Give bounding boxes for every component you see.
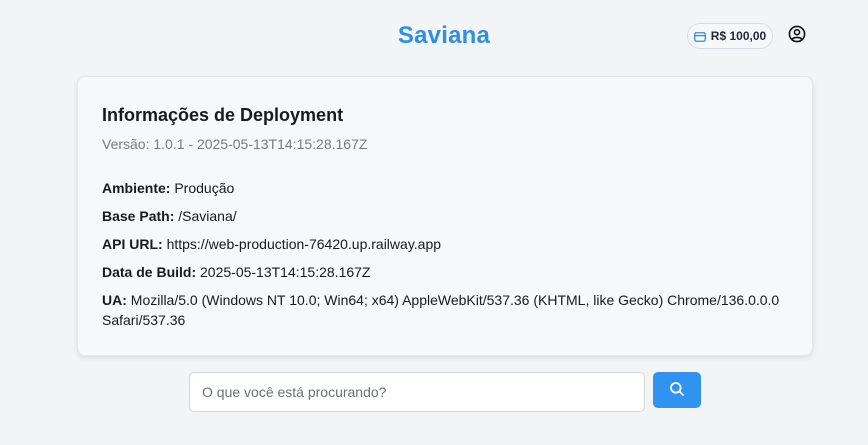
user-account-button[interactable] (786, 25, 808, 47)
info-value: https://web-production-76420.up.railway.… (166, 236, 442, 252)
info-row-user-agent: UA: Mozilla/5.0 (Windows NT 10.0; Win64;… (102, 290, 788, 330)
info-key: UA: (102, 292, 127, 308)
deployment-info-list: Ambiente: Produção Base Path: /Saviana/ … (102, 178, 788, 330)
info-value: Produção (174, 180, 235, 196)
search-button[interactable] (653, 372, 701, 408)
search-icon (669, 381, 685, 400)
info-row-environment: Ambiente: Produção (102, 178, 788, 198)
user-circle-icon (788, 25, 806, 48)
info-value: 2025-05-13T14:15:28.167Z (200, 264, 371, 280)
app-header: Saviana R$ 100,00 (0, 0, 868, 76)
info-row-api-url: API URL: https://web-production-76420.up… (102, 234, 788, 254)
info-value: Mozilla/5.0 (Windows NT 10.0; Win64; x64… (102, 292, 780, 328)
info-value: /Saviana/ (178, 208, 237, 224)
info-row-base-path: Base Path: /Saviana/ (102, 206, 788, 226)
info-key: Ambiente: (102, 180, 171, 196)
balance-amount: R$ 100,00 (710, 29, 767, 43)
card-title: Informações de Deployment (102, 105, 344, 125)
version-text: Versão: 1.0.1 - 2025-05-13T14:15:28.167Z (102, 136, 368, 152)
info-key: Base Path: (102, 208, 175, 224)
search-bar (189, 372, 701, 412)
info-row-build-date: Data de Build: 2025-05-13T14:15:28.167Z (102, 262, 788, 282)
info-key: API URL: (102, 236, 163, 252)
credit-card-icon (693, 31, 706, 42)
deployment-info-card: Informações de Deployment Versão: 1.0.1 … (77, 76, 813, 356)
info-key: Data de Build: (102, 264, 197, 280)
search-input[interactable] (189, 372, 645, 412)
balance-chip[interactable]: R$ 100,00 (687, 23, 773, 49)
